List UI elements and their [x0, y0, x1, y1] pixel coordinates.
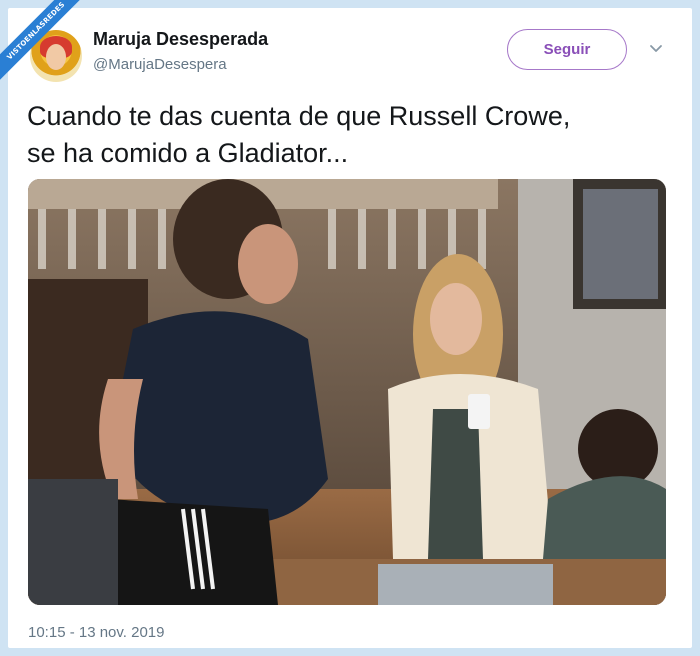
author-name[interactable]: Maruja Desesperada: [93, 29, 268, 50]
tweet-card: VISTOENLASREDES Maruja Desesperada @Maru…: [0, 0, 692, 648]
watermark-corner: VISTOENLASREDES: [0, 0, 90, 90]
tweet-line-1: Cuando te das cuenta de que Russell Crow…: [27, 101, 571, 131]
timestamp[interactable]: 10:15 - 13 nov. 2019: [28, 624, 165, 641]
chevron-down-icon[interactable]: [648, 41, 664, 57]
tweet-photo[interactable]: [28, 179, 666, 605]
tweet-text: Cuando te das cuenta de que Russell Crow…: [27, 98, 677, 172]
tweet-line-2: se ha comido a Gladiator...: [27, 138, 349, 168]
follow-button[interactable]: Seguir: [507, 29, 627, 70]
author-handle[interactable]: @MarujaDesespera: [93, 56, 227, 73]
watermark-ribbon: VISTOENLASREDES: [0, 0, 90, 87]
